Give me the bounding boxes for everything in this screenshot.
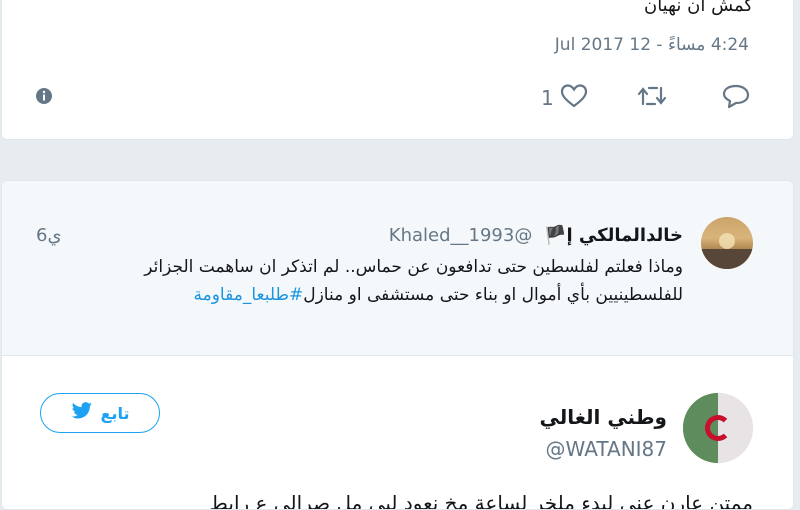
heart-icon (560, 83, 588, 114)
quoted-tweet[interactable]: خالدالمالكي إ🏴 @1993__Khaled 6ي وماذا فع… (2, 181, 793, 356)
reply-button[interactable] (721, 83, 751, 113)
tweet-actions: 1 (33, 81, 753, 121)
quoted-header: خالدالمالكي إ🏴 @1993__Khaled (389, 225, 683, 246)
info-icon[interactable] (35, 87, 53, 105)
twitter-bird-icon (71, 402, 93, 424)
follow-button[interactable]: تابع (40, 393, 160, 433)
quoted-user-name[interactable]: خالدالمالكي إ🏴 (544, 225, 683, 246)
user-handle[interactable]: @WATANI87 (546, 437, 667, 461)
quoted-text-line2: للفلسطينيين بأي أموال او بناء حتى مستشفى… (303, 285, 683, 305)
retweet-button[interactable] (637, 83, 667, 113)
follow-label: تابع (100, 403, 130, 423)
tweet-text-partial: كمش ان نهيان (643, 0, 753, 16)
tweet-card-with-quote: خالدالمالكي إ🏴 @1993__Khaled 6ي وماذا فع… (1, 180, 794, 510)
avatar[interactable] (701, 217, 753, 269)
quoted-user-handle[interactable]: @1993__Khaled (389, 225, 533, 246)
tweet-card: كمش ان نهيان 4:24 مساءً - 12 Jul 2017 1 (1, 0, 794, 140)
user-name[interactable]: وطني الغالي (539, 405, 667, 429)
reply-icon (721, 83, 751, 114)
tweet-text-partial: ممتن عارن عني لبدء ملخر لساعة مخ نعود لب… (209, 491, 753, 510)
avatar[interactable] (683, 393, 753, 463)
tweet-timestamp[interactable]: 4:24 مساءً - 12 Jul 2017 (555, 35, 749, 55)
quoted-text-line1: وماذا فعلتم لفلسطين حتى تدافعون عن حماس.… (144, 257, 683, 277)
hashtag-link[interactable]: #طلبعا_مقاومة (194, 285, 304, 305)
like-count: 1 (541, 86, 554, 110)
quoted-text: وماذا فعلتم لفلسطين حتى تدافعون عن حماس.… (33, 253, 683, 309)
quoted-time[interactable]: 6ي (36, 225, 62, 246)
like-button[interactable]: 1 (541, 83, 588, 113)
retweet-icon (637, 84, 667, 113)
